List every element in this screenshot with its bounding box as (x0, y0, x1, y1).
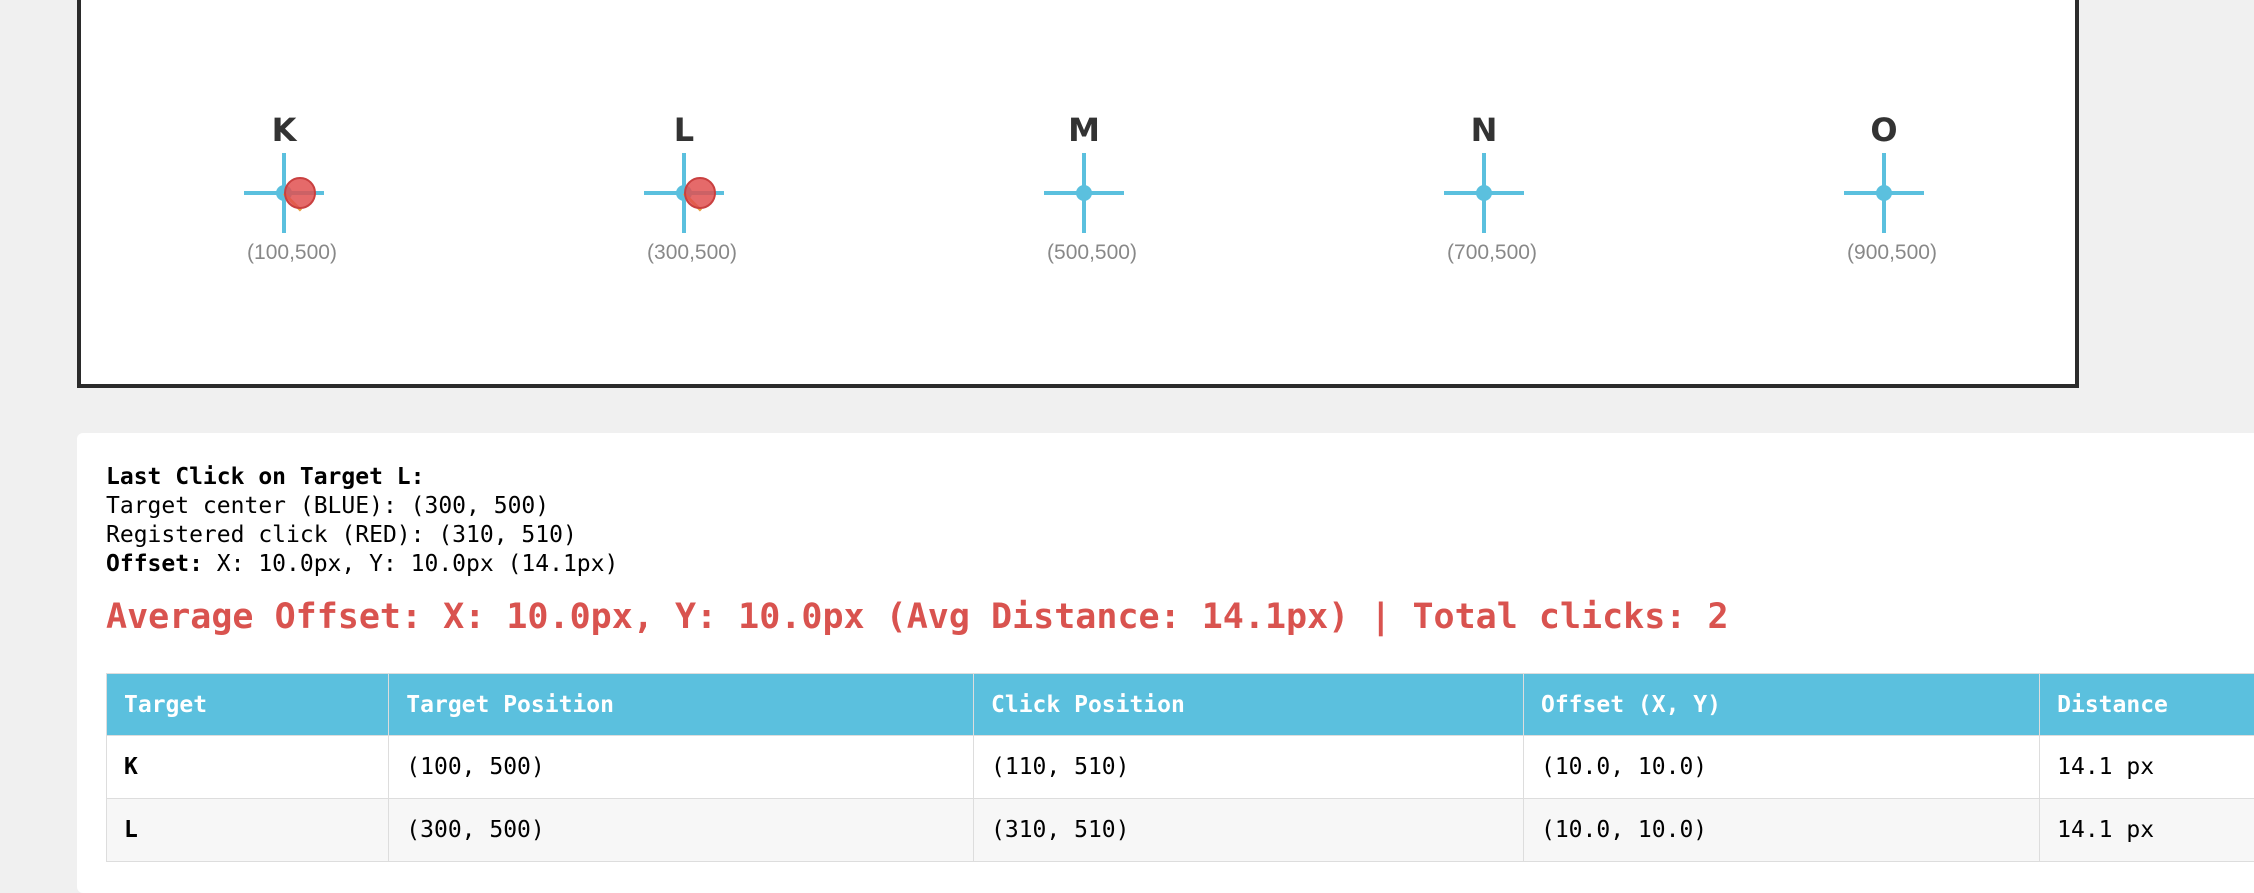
target-letter: O (1844, 111, 1924, 149)
table-cell: 14.1 px (2040, 799, 2254, 862)
target-letter: N (1444, 111, 1524, 149)
click-results-table: Target Target Position Click Position Of… (106, 673, 2254, 862)
registered-click-line: Registered click (RED): (310, 510) (106, 521, 618, 550)
table-cell: (310, 510) (974, 799, 1524, 862)
column-header: Click Position (974, 674, 1524, 736)
column-header: Target Position (389, 674, 974, 736)
table-cell: (110, 510) (974, 736, 1524, 799)
click-marker (684, 177, 716, 209)
column-header: Offset (X, Y) (1523, 674, 2039, 736)
column-header: Distance (2040, 674, 2254, 736)
table-cell: (100, 500) (389, 736, 974, 799)
target-letter: M (1044, 111, 1124, 149)
table-cell: 14.1 px (2040, 736, 2254, 799)
table-cell: (10.0, 10.0) (1523, 799, 2039, 862)
offset-label: Offset: (106, 551, 203, 577)
target-coords: (100,500) (204, 241, 380, 265)
target-coords: (500,500) (1004, 241, 1180, 265)
target-coords: (300,500) (604, 241, 780, 265)
results-panel: Last Click on Target L: Target center (B… (77, 433, 2254, 893)
offset-value: X: 10.0px, Y: 10.0px (14.1px) (203, 551, 618, 577)
target-coords: (900,500) (1804, 241, 1980, 265)
crosshair-center-dot (1476, 185, 1492, 201)
table-row: L (300, 500) (310, 510) (10.0, 10.0) 14.… (107, 799, 2254, 862)
target-center-line: Target center (BLUE): (300, 500) (106, 492, 618, 521)
table-cell: K (107, 736, 389, 799)
last-click-info: Last Click on Target L: Target center (B… (106, 463, 618, 579)
target-letter: K (244, 111, 324, 149)
table-row: K (100, 500) (110, 510) (10.0, 10.0) 14.… (107, 736, 2254, 799)
table-cell: (10.0, 10.0) (1523, 736, 2039, 799)
crosshair-center-dot (1876, 185, 1892, 201)
offset-line-text: Offset: X: 10.0px, Y: 10.0px (14.1px) (106, 550, 618, 579)
target-coords: (700,500) (1404, 241, 1580, 265)
table-cell: (300, 500) (389, 799, 974, 862)
table-header-row: Target Target Position Click Position Of… (107, 674, 2254, 736)
click-marker (284, 177, 316, 209)
table-cell: L (107, 799, 389, 862)
average-offset-summary: Average Offset: X: 10.0px, Y: 10.0px (Av… (106, 597, 1729, 637)
last-click-heading: Last Click on Target L: (106, 463, 618, 492)
column-header: Target (107, 674, 389, 736)
crosshair-center-dot (1076, 185, 1092, 201)
target-letter: L (644, 111, 724, 149)
click-test-canvas[interactable]: K (100,500) L (300,500) M (500,500) N (7… (77, 0, 2079, 388)
